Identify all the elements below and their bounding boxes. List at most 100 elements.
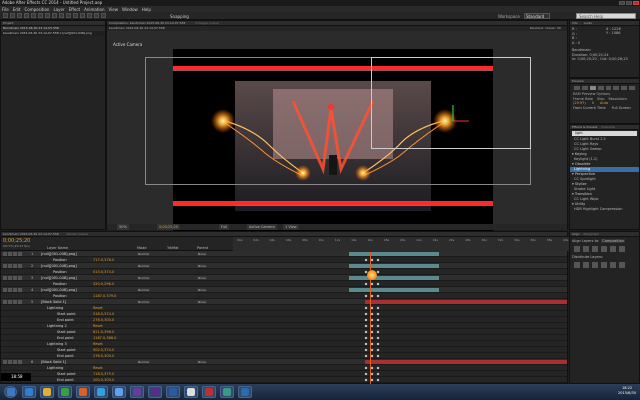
keyframe-marker[interactable]: [370, 324, 374, 328]
tab-timeline-comp[interactable]: bandimain 2015-06-30 23-14-07-558: [3, 232, 59, 236]
distribute-vcenter-icon[interactable]: [583, 262, 589, 268]
switch-icon[interactable]: [8, 360, 12, 364]
layer-duration-bar[interactable]: [365, 360, 567, 364]
taskbar-button-start[interactable]: [4, 386, 17, 398]
clone-tool-icon[interactable]: [80, 13, 85, 18]
menu-file[interactable]: File: [2, 7, 9, 12]
keyframe-marker[interactable]: [370, 318, 374, 322]
keyframe-marker[interactable]: [364, 354, 368, 358]
switch-icon[interactable]: [8, 288, 12, 292]
keyframe-marker[interactable]: [364, 294, 368, 298]
tab-info[interactable]: Info: [572, 21, 578, 25]
keyframe-marker[interactable]: [364, 330, 368, 334]
switch-icon[interactable]: [3, 300, 7, 304]
layer-duration-bar[interactable]: [349, 276, 439, 280]
layer-duration-bar[interactable]: [349, 252, 439, 256]
keyframe-marker[interactable]: [370, 372, 374, 376]
keyframe-marker[interactable]: [364, 336, 368, 340]
view-select[interactable]: Active Camera: [247, 224, 277, 230]
first-frame-icon[interactable]: [574, 86, 580, 90]
menu-view[interactable]: View: [109, 7, 119, 12]
magnification-select[interactable]: 50%: [117, 224, 129, 230]
switch-icon[interactable]: [8, 276, 12, 280]
keyframe-marker[interactable]: [376, 282, 380, 286]
close-button[interactable]: [633, 1, 639, 5]
full-screen-checkbox[interactable]: Full Screen: [612, 106, 631, 111]
system-clock[interactable]: 18:22 2015/6/30: [618, 386, 636, 396]
keyframe-marker[interactable]: [376, 294, 380, 298]
pan-behind-tool-icon[interactable]: [45, 13, 50, 18]
menu-edit[interactable]: Edit: [13, 7, 21, 12]
blend-mode-select[interactable]: Normal: [137, 252, 150, 256]
keyframe-marker[interactable]: [364, 258, 368, 262]
keyframe-marker[interactable]: [370, 336, 374, 340]
keyframe-marker[interactable]: [376, 258, 380, 262]
selection-tool-icon[interactable]: [10, 13, 15, 18]
parent-select[interactable]: None: [197, 360, 207, 364]
keyframe-marker[interactable]: [364, 324, 368, 328]
switch-icon[interactable]: [13, 264, 17, 268]
layer-duration-bar[interactable]: [349, 288, 439, 292]
keyframe-marker[interactable]: [370, 378, 374, 382]
zoom-tool-icon[interactable]: [24, 13, 29, 18]
parent-select[interactable]: None: [197, 252, 207, 256]
taskbar-button-ie[interactable]: [22, 386, 36, 398]
menu-window[interactable]: Window: [122, 7, 138, 12]
workspace-select[interactable]: Standard: [524, 13, 550, 19]
switch-icon[interactable]: [8, 252, 12, 256]
align-left-icon[interactable]: [574, 246, 580, 252]
parent-select[interactable]: None: [197, 288, 207, 292]
parent-select[interactable]: None: [197, 300, 207, 304]
hand-tool-icon[interactable]: [17, 13, 22, 18]
switch-icon[interactable]: [3, 252, 7, 256]
taskbar-button-app14[interactable]: [238, 386, 252, 398]
align-to-select[interactable]: Composition: [601, 239, 626, 243]
layer-duration-bar[interactable]: [349, 264, 439, 268]
menu-help[interactable]: Help: [142, 7, 151, 12]
keyframe-marker[interactable]: [376, 312, 380, 316]
taskbar-button-app11[interactable]: [184, 386, 198, 398]
keyframe-marker[interactable]: [376, 372, 380, 376]
align-top-icon[interactable]: [601, 246, 607, 252]
keyframe-marker[interactable]: [364, 312, 368, 316]
layer-duration-bar[interactable]: [365, 300, 567, 304]
switch-icon[interactable]: [8, 300, 12, 304]
property-value[interactable]: 200.0,300.0: [93, 377, 114, 383]
switch-icon[interactable]: [3, 360, 7, 364]
keyframe-marker[interactable]: [370, 294, 374, 298]
switch-icon[interactable]: [13, 276, 17, 280]
loop-icon[interactable]: [621, 86, 628, 90]
switch-icon[interactable]: [3, 288, 7, 292]
switch-icon[interactable]: [3, 276, 7, 280]
prev-frame-icon[interactable]: [581, 86, 588, 90]
keyframe-marker[interactable]: [364, 318, 368, 322]
switch-icon[interactable]: [18, 300, 22, 304]
keyframe-marker[interactable]: [364, 342, 368, 346]
blend-mode-select[interactable]: Normal: [137, 264, 150, 268]
effects-search-input[interactable]: light: [572, 131, 637, 136]
switch-icon[interactable]: [3, 264, 7, 268]
col-mode[interactable]: Mode: [137, 246, 147, 250]
snapping-checkbox[interactable]: Snapping: [170, 14, 189, 19]
keyframe-marker[interactable]: [376, 306, 380, 310]
layer-name[interactable]: End point: [57, 377, 74, 383]
align-right-icon[interactable]: [592, 246, 598, 252]
maximize-button[interactable]: [626, 1, 632, 5]
switch-icon[interactable]: [18, 360, 22, 364]
col-trkmat[interactable]: TrkMat: [167, 246, 179, 250]
distribute-hcenter-icon[interactable]: [610, 262, 616, 268]
type-tool-icon[interactable]: [66, 13, 71, 18]
keyframe-marker[interactable]: [370, 342, 374, 346]
brush-tool-icon[interactable]: [73, 13, 78, 18]
audio-icon[interactable]: [613, 86, 620, 90]
distribute-bottom-icon[interactable]: [592, 262, 598, 268]
keyframe-marker[interactable]: [370, 258, 374, 262]
menu-layer[interactable]: Layer: [53, 7, 64, 12]
distribute-top-icon[interactable]: [574, 262, 580, 268]
renderer-label[interactable]: Renderer: Classic 3D: [530, 26, 561, 31]
taskbar-button-app13[interactable]: [220, 386, 234, 398]
eraser-tool-icon[interactable]: [87, 13, 92, 18]
layer-switches[interactable]: [3, 360, 22, 364]
col-parent[interactable]: Parent: [197, 246, 208, 250]
keyframe-marker[interactable]: [376, 318, 380, 322]
